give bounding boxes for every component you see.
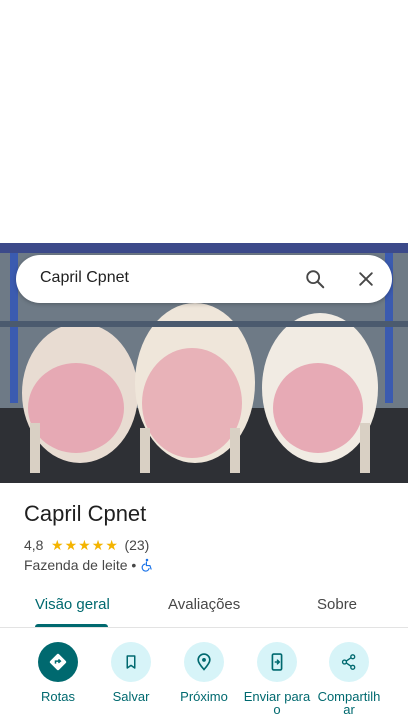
save-label: Salvar [112,689,150,704]
directions-button-circle[interactable] [38,642,78,682]
star-icon: ★ [50,537,64,553]
nearby-button-circle[interactable] [184,642,224,682]
tab-reviews[interactable]: Avaliações [168,596,240,613]
share-button-circle[interactable] [329,642,369,682]
directions-icon [49,653,67,671]
star-icon: ★ [105,537,118,553]
place-title: Capril Cpnet [24,501,147,526]
star-icon: ★ [91,537,105,553]
rating-row[interactable]: 4,8 ★ ★ ★ ★ ★ (23) [24,536,149,554]
nearby-label: Próximo [180,689,228,704]
send-to-phone-button-circle[interactable] [257,642,297,682]
nearby-button[interactable]: Próximo [164,642,244,703]
send-to-phone-icon [271,653,283,671]
star-icon: ★ [64,537,78,553]
directions-button[interactable]: Rotas [18,642,98,703]
nearby-icon [197,653,211,671]
save-button-circle[interactable] [111,642,151,682]
active-tab-indicator [35,624,108,627]
tab-overview[interactable]: Visão geral [35,596,110,613]
rating-value: 4,8 [24,537,44,553]
directions-label: Rotas [41,689,75,704]
send-to-phone-button[interactable]: Enviar para o [237,642,317,716]
bookmark-icon [126,655,136,669]
rating-stars: ★ ★ ★ ★ ★ [50,538,118,552]
blank-area [0,0,408,243]
send-to-phone-label: Enviar para o [243,689,311,717]
close-icon[interactable] [356,269,376,289]
wheelchair-accessible-icon [141,558,152,572]
place-tabs: Visão geral Avaliações Sobre [0,584,408,628]
save-button[interactable]: Salvar [91,642,171,703]
search-bar[interactable]: Capril Cpnet [16,255,392,303]
place-category: Fazenda de leite • [24,557,137,573]
share-button[interactable]: Compartilhar [309,642,389,716]
category-row: Fazenda de leite • [24,556,154,574]
star-icon: ★ [78,537,91,553]
review-count: (23) [124,537,150,553]
action-buttons: Rotas Salvar Próximo Enviar para o Compa… [0,642,408,726]
share-label: Compartilhar [317,689,381,717]
tab-about[interactable]: Sobre [317,596,357,613]
search-icon[interactable] [304,268,326,290]
search-input[interactable]: Capril Cpnet [40,269,129,287]
share-icon [341,654,356,670]
